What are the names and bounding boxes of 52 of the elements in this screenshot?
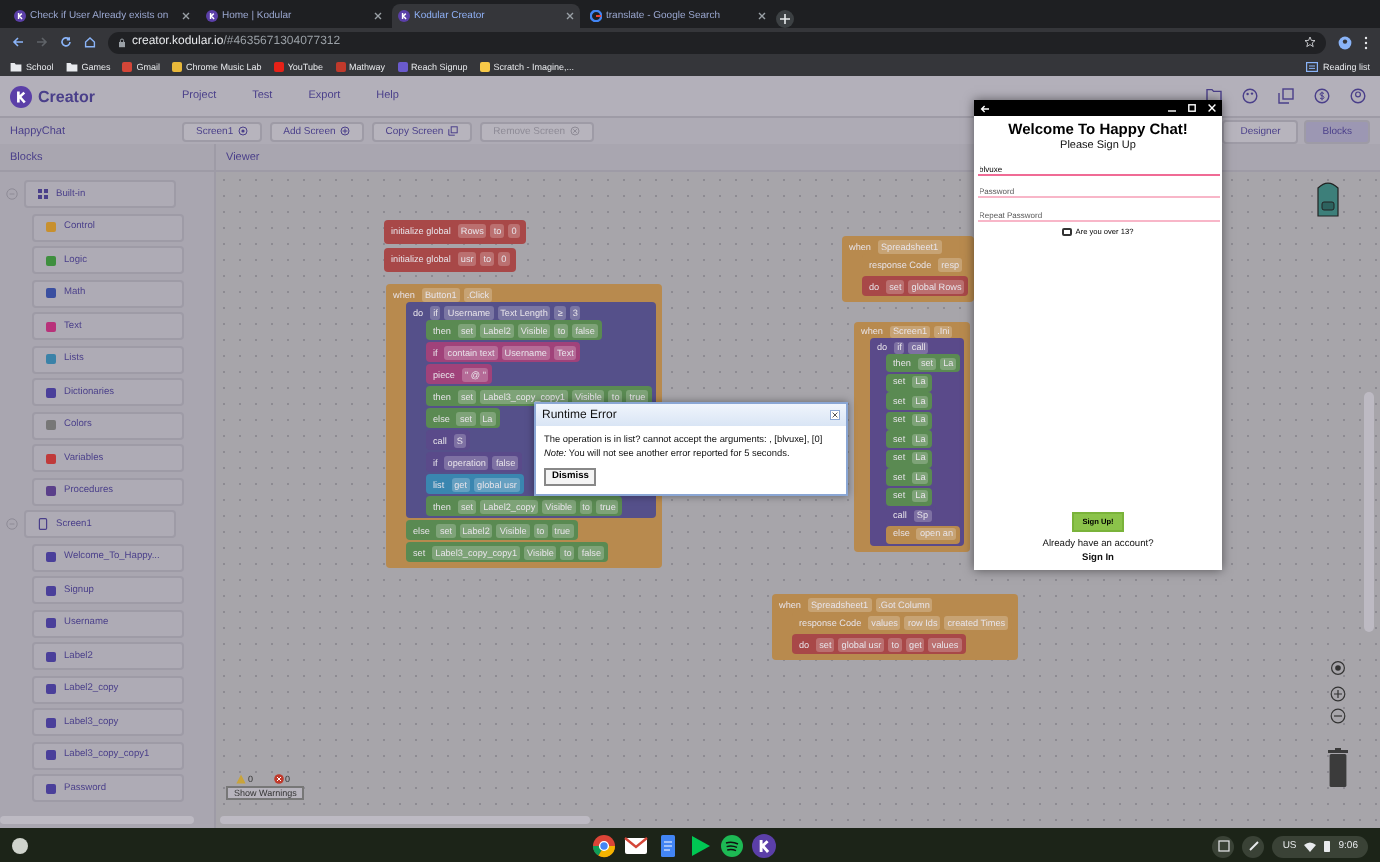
- window-icon: [1217, 840, 1230, 852]
- k-logo-icon: [206, 10, 218, 22]
- k-logo-icon: [14, 10, 26, 22]
- chrome-icon[interactable]: [592, 834, 616, 858]
- close-icon[interactable]: [758, 12, 766, 20]
- center-icon[interactable]: [1330, 660, 1346, 676]
- checkbox[interactable]: [1062, 227, 1072, 236]
- screenshot-icon[interactable]: [1212, 835, 1235, 857]
- remove-icon: [569, 126, 580, 136]
- wifi-icon: [1304, 841, 1317, 851]
- grid-icon: [38, 188, 48, 200]
- list-icon: [1306, 61, 1319, 71]
- folder-icon: [10, 61, 22, 71]
- error-icon: [273, 774, 284, 784]
- close-icon[interactable]: [374, 12, 382, 20]
- dropdown-icon: [237, 126, 248, 136]
- k-logo-icon: [398, 10, 410, 22]
- document-icon[interactable]: [656, 834, 680, 858]
- copy-icon: [447, 126, 458, 136]
- reload-icon[interactable]: [60, 36, 72, 48]
- mail-icon[interactable]: [624, 834, 648, 858]
- dollar-icon[interactable]: [1314, 88, 1330, 104]
- k-logo-icon: [10, 85, 32, 107]
- close-icon[interactable]: [830, 410, 840, 420]
- zoom-in-icon[interactable]: [1330, 686, 1346, 702]
- app-logo-text: Creator: [38, 87, 95, 105]
- user-icon[interactable]: [1350, 88, 1366, 104]
- k-logo-icon: [752, 834, 776, 858]
- phone-icon: [38, 518, 48, 530]
- music-icon[interactable]: [720, 834, 744, 858]
- trash-icon[interactable]: [1328, 748, 1348, 788]
- battery-icon: [1324, 840, 1331, 852]
- home-icon[interactable]: [84, 36, 96, 48]
- lock-icon: [118, 37, 126, 47]
- pen-icon: [1247, 840, 1260, 852]
- minimize-icon[interactable]: [1168, 104, 1176, 112]
- stylus-icon[interactable]: [1242, 835, 1265, 857]
- profile-icon[interactable]: [1338, 35, 1352, 49]
- folder-icon: [65, 61, 78, 71]
- add-icon: [339, 126, 350, 136]
- scrollbar[interactable]: [1364, 392, 1374, 632]
- star-icon[interactable]: [1304, 36, 1316, 48]
- google-icon: [590, 10, 602, 22]
- close-icon[interactable]: [182, 12, 190, 20]
- zoom-out-icon[interactable]: [1330, 708, 1346, 724]
- play-icon[interactable]: [688, 834, 712, 858]
- backpack-icon[interactable]: [1312, 178, 1344, 218]
- copy-icon[interactable]: [1278, 88, 1294, 104]
- back-icon[interactable]: [12, 36, 24, 48]
- maximize-icon[interactable]: [1188, 104, 1196, 112]
- new-tab-icon[interactable]: [776, 10, 794, 28]
- launcher-icon[interactable]: [12, 838, 28, 854]
